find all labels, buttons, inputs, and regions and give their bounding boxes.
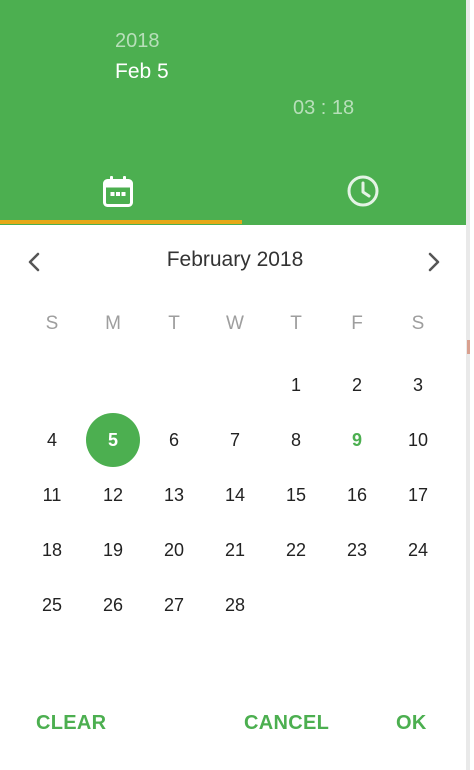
window-edge bbox=[466, 0, 470, 770]
active-tab-indicator bbox=[0, 220, 242, 224]
day-cell[interactable]: 18 bbox=[25, 523, 79, 577]
day-cell[interactable]: 2 bbox=[330, 358, 384, 412]
day-cell[interactable]: 28 bbox=[208, 578, 262, 632]
day-cell[interactable]: 12 bbox=[86, 468, 140, 522]
day-cell[interactable]: 17 bbox=[391, 468, 445, 522]
day-cell[interactable]: 3 bbox=[391, 358, 445, 412]
day-cell[interactable]: 8 bbox=[269, 413, 323, 467]
month-year-label: February 2018 bbox=[166, 248, 304, 271]
weekday-label: T bbox=[290, 313, 302, 334]
calendar-icon bbox=[102, 176, 133, 207]
weekday-label: W bbox=[226, 313, 244, 334]
header-time[interactable]: 03 : 18 bbox=[293, 97, 354, 120]
day-cell[interactable]: 10 bbox=[391, 413, 445, 467]
day-cell-selected[interactable]: 5 bbox=[86, 413, 140, 467]
day-cell[interactable]: 9 bbox=[330, 413, 384, 467]
day-cell[interactable]: 19 bbox=[86, 523, 140, 577]
day-cell[interactable]: 7 bbox=[208, 413, 262, 467]
weekday-label: T bbox=[168, 313, 180, 334]
day-cell[interactable]: 24 bbox=[391, 523, 445, 577]
day-cell[interactable]: 14 bbox=[208, 468, 262, 522]
weekday-label: F bbox=[351, 313, 363, 334]
date-time-picker-dialog: 2018 Feb 5 03 : 18 February 2018 S M T W… bbox=[0, 0, 470, 770]
day-cell[interactable]: 25 bbox=[25, 578, 79, 632]
day-cell[interactable]: 15 bbox=[269, 468, 323, 522]
header-date[interactable]: Feb 5 bbox=[115, 60, 169, 84]
tab-date[interactable] bbox=[0, 160, 235, 222]
cancel-button[interactable]: CANCEL bbox=[244, 712, 329, 735]
clock-icon bbox=[347, 175, 378, 207]
header-year[interactable]: 2018 bbox=[115, 30, 160, 53]
clear-button[interactable]: CLEAR bbox=[36, 712, 106, 735]
day-cell[interactable]: 26 bbox=[86, 578, 140, 632]
tab-time[interactable] bbox=[245, 160, 470, 222]
day-cell[interactable]: 16 bbox=[330, 468, 384, 522]
next-month-button[interactable] bbox=[416, 244, 452, 280]
weekday-label: S bbox=[45, 313, 59, 334]
edge-marker bbox=[467, 340, 470, 354]
day-cell[interactable]: 22 bbox=[269, 523, 323, 577]
weekday-label: M bbox=[105, 313, 121, 334]
ok-button[interactable]: OK bbox=[396, 712, 427, 735]
day-cell[interactable]: 23 bbox=[330, 523, 384, 577]
day-cell[interactable]: 27 bbox=[147, 578, 201, 632]
day-cell[interactable]: 6 bbox=[147, 413, 201, 467]
chevron-right-icon bbox=[428, 252, 440, 272]
weekday-label: S bbox=[411, 313, 425, 334]
day-cell[interactable]: 1 bbox=[269, 358, 323, 412]
picker-header: 2018 Feb 5 03 : 18 bbox=[0, 0, 470, 225]
day-cell[interactable]: 4 bbox=[25, 413, 79, 467]
day-cell[interactable]: 21 bbox=[208, 523, 262, 577]
day-cell[interactable]: 13 bbox=[147, 468, 201, 522]
day-cell[interactable]: 11 bbox=[25, 468, 79, 522]
day-cell[interactable]: 20 bbox=[147, 523, 201, 577]
